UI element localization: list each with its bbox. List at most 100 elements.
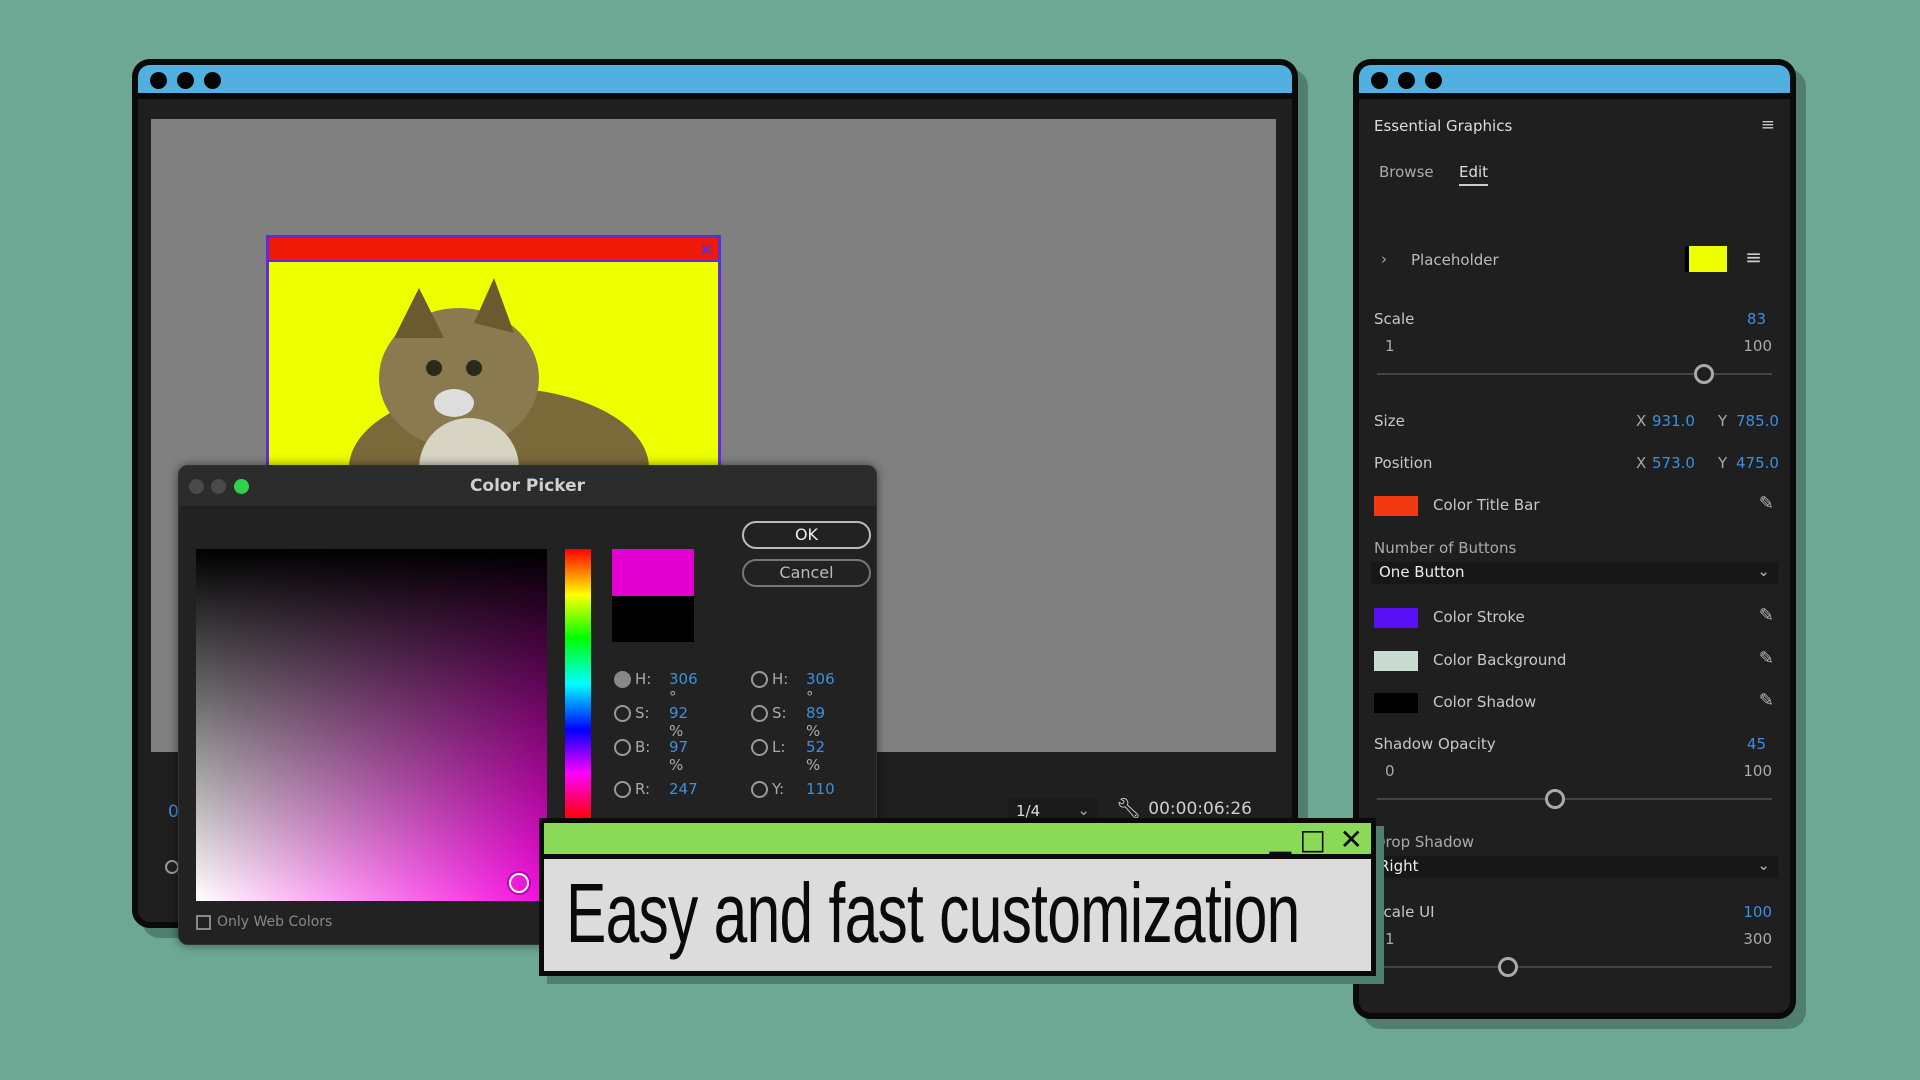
color-selection-ring[interactable] bbox=[509, 873, 529, 893]
size-y-label: Y bbox=[1718, 412, 1728, 430]
slider-knob[interactable] bbox=[1544, 789, 1565, 809]
layer-name[interactable]: Placeholder bbox=[1411, 251, 1499, 269]
window-title-bar bbox=[138, 65, 1292, 99]
color-title-bar-swatch[interactable] bbox=[1374, 496, 1418, 516]
scale-slider[interactable] bbox=[1377, 364, 1772, 384]
essential-graphics-window: Essential Graphics ≡ Browse Edit › Place… bbox=[1353, 59, 1796, 1019]
close-icon[interactable]: ✕ bbox=[1340, 825, 1363, 855]
radio-button[interactable] bbox=[614, 739, 631, 756]
color-stroke-swatch[interactable] bbox=[1374, 608, 1418, 628]
color-background-swatch[interactable] bbox=[1374, 651, 1418, 671]
card-title-bar: × bbox=[269, 238, 718, 262]
window-dot[interactable] bbox=[1398, 72, 1415, 89]
maximize-icon[interactable]: □ bbox=[1300, 825, 1326, 855]
card-close-icon[interactable]: × bbox=[699, 238, 714, 262]
hue-slider[interactable] bbox=[565, 549, 591, 819]
panel-menu-icon[interactable]: ≡ bbox=[1761, 115, 1775, 135]
tab-browse[interactable]: Browse bbox=[1379, 163, 1434, 181]
field-hsl-s[interactable]: S: 89 % bbox=[751, 704, 825, 740]
position-x-value[interactable]: 573.0 bbox=[1652, 454, 1695, 472]
drop-shadow-label: Drop Shadow bbox=[1374, 833, 1475, 851]
shadow-opacity-value[interactable]: 45 bbox=[1747, 735, 1766, 753]
eyedropper-icon[interactable]: ✎ bbox=[1759, 690, 1774, 711]
eyedropper-icon[interactable]: ✎ bbox=[1759, 648, 1774, 669]
window-dot[interactable] bbox=[1425, 72, 1442, 89]
close-dot[interactable] bbox=[189, 479, 204, 494]
ok-button[interactable]: OK bbox=[742, 521, 871, 549]
eyedropper-icon[interactable]: ✎ bbox=[1759, 605, 1774, 626]
radio-button[interactable] bbox=[751, 781, 768, 798]
color-shadow-label: Color Shadow bbox=[1433, 693, 1537, 711]
color-shadow-swatch[interactable] bbox=[1374, 693, 1418, 713]
cancel-button[interactable]: Cancel bbox=[742, 559, 871, 587]
size-label: Size bbox=[1374, 412, 1405, 430]
caption-window: ▁ □ ✕ Easy and fast customization bbox=[539, 818, 1376, 976]
chevron-down-icon: ⌄ bbox=[1757, 562, 1770, 580]
field-hsb-b[interactable]: B: 97 % bbox=[614, 738, 688, 774]
scale-value[interactable]: 83 bbox=[1747, 310, 1766, 328]
slider-knob[interactable] bbox=[1497, 957, 1518, 977]
field-hsl-l[interactable]: L: 52 % bbox=[751, 738, 825, 774]
tab-edit[interactable]: Edit bbox=[1459, 163, 1489, 186]
color-title-bar-label: Color Title Bar bbox=[1433, 496, 1540, 514]
only-web-colors-checkbox[interactable]: Only Web Colors bbox=[196, 914, 332, 930]
window-dot[interactable] bbox=[1371, 72, 1388, 89]
scale-ui-slider[interactable] bbox=[1377, 957, 1772, 977]
shadow-opacity-min: 0 bbox=[1385, 762, 1395, 780]
scale-ui-max: 300 bbox=[1743, 930, 1772, 948]
radio-button[interactable] bbox=[751, 671, 768, 688]
scale-ui-value[interactable]: 100 bbox=[1743, 903, 1772, 921]
minimize-dot[interactable] bbox=[211, 479, 226, 494]
radio-button[interactable] bbox=[614, 705, 631, 722]
minimize-icon[interactable]: ▁ bbox=[1269, 825, 1291, 855]
playhead-knob[interactable] bbox=[165, 860, 179, 874]
chevron-down-icon: ⌄ bbox=[1077, 801, 1090, 819]
scale-ui-min: 1 bbox=[1385, 930, 1395, 948]
original-color-swatch[interactable] bbox=[612, 596, 694, 642]
color-stroke-label: Color Stroke bbox=[1433, 608, 1525, 626]
color-background-label: Color Background bbox=[1433, 651, 1567, 669]
window-dot[interactable] bbox=[177, 72, 194, 89]
scale-min: 1 bbox=[1385, 337, 1395, 355]
chevron-right-icon[interactable]: › bbox=[1381, 250, 1387, 268]
slider-knob[interactable] bbox=[1694, 364, 1715, 384]
layer-menu-icon[interactable]: ≡ bbox=[1745, 245, 1762, 269]
caption-text: Easy and fast customization bbox=[566, 866, 1300, 960]
playhead-timecode[interactable]: 00:00:06:26 bbox=[1148, 799, 1252, 819]
shadow-opacity-slider[interactable] bbox=[1377, 789, 1772, 809]
eyedropper-icon[interactable]: ✎ bbox=[1759, 493, 1774, 514]
new-color-swatch bbox=[612, 549, 694, 596]
radio-button[interactable] bbox=[751, 739, 768, 756]
saturation-brightness-field[interactable] bbox=[196, 549, 547, 901]
layer-thumbnail bbox=[1685, 246, 1727, 272]
zoom-dot[interactable] bbox=[234, 479, 249, 494]
radio-button[interactable] bbox=[614, 671, 631, 688]
checkbox[interactable] bbox=[196, 914, 211, 930]
field-hsl-h[interactable]: H: 306 ° bbox=[751, 670, 835, 706]
panel-title: Essential Graphics bbox=[1374, 117, 1513, 135]
dialog-title: Color Picker bbox=[469, 476, 586, 496]
field-rgb-r[interactable]: R: 247 bbox=[614, 780, 698, 798]
scale-ui-label: Scale UI bbox=[1374, 903, 1435, 921]
field-hsb-h[interactable]: H: 306 ° bbox=[614, 670, 698, 706]
number-of-buttons-label: Number of Buttons bbox=[1374, 539, 1517, 557]
position-y-label: Y bbox=[1718, 454, 1728, 472]
field-yuv-y[interactable]: Y: 110 bbox=[751, 780, 835, 798]
window-title-bar bbox=[1359, 65, 1790, 99]
position-y-value[interactable]: 475.0 bbox=[1736, 454, 1779, 472]
caption-title-bar: ▁ □ ✕ bbox=[544, 823, 1371, 859]
radio-button[interactable] bbox=[751, 705, 768, 722]
scale-label: Scale bbox=[1374, 310, 1415, 328]
size-x-label: X bbox=[1636, 412, 1647, 430]
window-dot[interactable] bbox=[150, 72, 167, 89]
size-x-value[interactable]: 931.0 bbox=[1652, 412, 1695, 430]
field-hsb-s[interactable]: S: 92 % bbox=[614, 704, 688, 740]
window-dot[interactable] bbox=[204, 72, 221, 89]
radio-button[interactable] bbox=[614, 781, 631, 798]
chevron-down-icon: ⌄ bbox=[1757, 856, 1770, 874]
number-of-buttons-dropdown[interactable]: One Button ⌄ bbox=[1371, 562, 1778, 584]
wrench-icon[interactable]: 🔧︎ bbox=[1116, 796, 1141, 820]
size-y-value[interactable]: 785.0 bbox=[1736, 412, 1779, 430]
scale-max: 100 bbox=[1743, 337, 1772, 355]
drop-shadow-dropdown[interactable]: Right ⌄ bbox=[1371, 856, 1778, 878]
